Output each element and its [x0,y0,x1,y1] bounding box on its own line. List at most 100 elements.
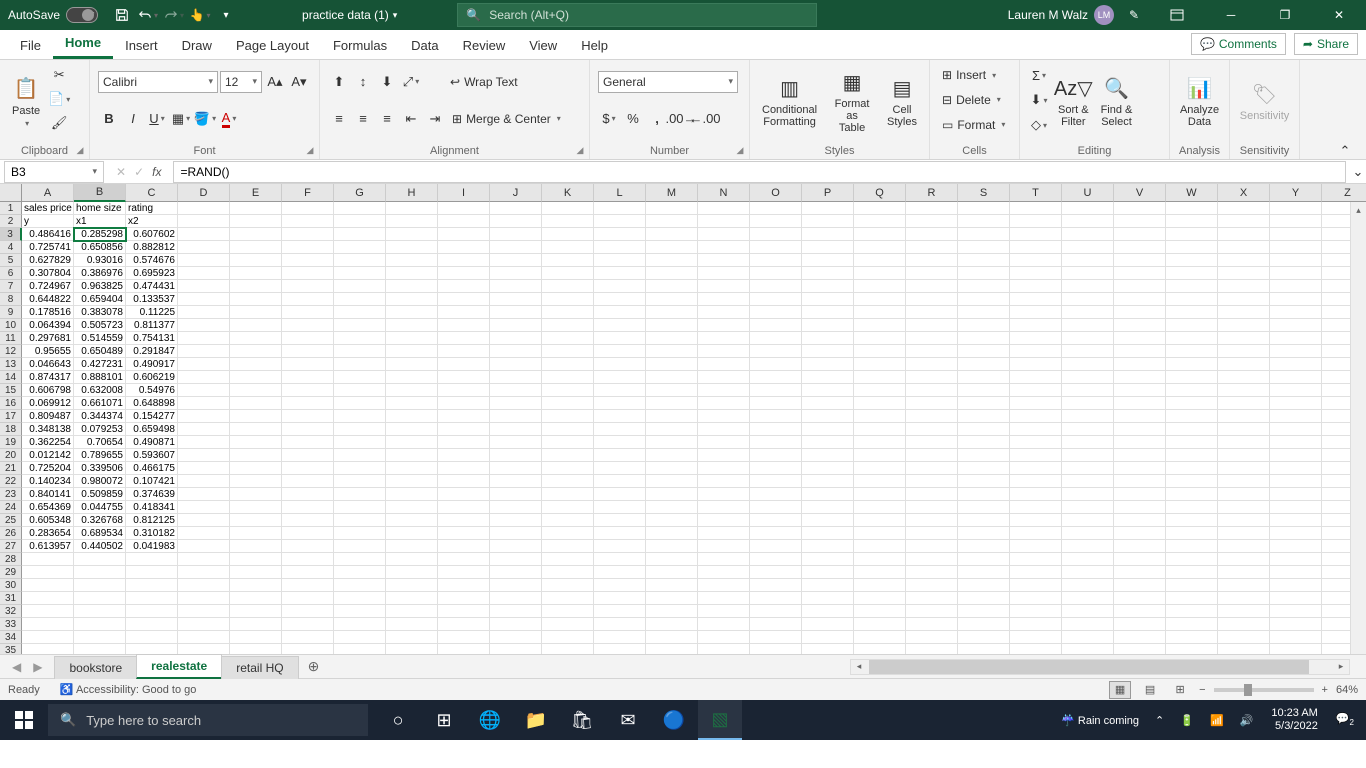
cell-J15[interactable] [490,384,542,397]
fill-button[interactable]: ⬇▾ [1028,89,1050,111]
cell-I32[interactable] [438,605,490,618]
cell-W21[interactable] [1166,462,1218,475]
cell-I31[interactable] [438,592,490,605]
cell-F20[interactable] [282,449,334,462]
collapse-ribbon-button[interactable]: ⌃ [1334,140,1356,162]
decrease-indent-button[interactable]: ⇤ [400,108,422,130]
cell-L7[interactable] [594,280,646,293]
cell-A5[interactable]: 0.627829 [22,254,74,267]
cell-A17[interactable]: 0.809487 [22,410,74,423]
column-header-N[interactable]: N [698,184,750,202]
cell-M9[interactable] [646,306,698,319]
cell-A34[interactable] [22,631,74,644]
cell-O35[interactable] [750,644,802,654]
number-format-combo[interactable]: General▾ [598,71,738,93]
cell-X12[interactable] [1218,345,1270,358]
cell-Q8[interactable] [854,293,906,306]
cell-K7[interactable] [542,280,594,293]
cell-B30[interactable] [74,579,126,592]
cell-W33[interactable] [1166,618,1218,631]
cell-H3[interactable] [386,228,438,241]
cell-Y4[interactable] [1270,241,1322,254]
cell-J30[interactable] [490,579,542,592]
cell-H26[interactable] [386,527,438,540]
save-icon[interactable] [110,3,134,27]
cell-Q1[interactable] [854,202,906,215]
cell-Q30[interactable] [854,579,906,592]
cell-K14[interactable] [542,371,594,384]
cell-B4[interactable]: 0.650856 [74,241,126,254]
cell-K3[interactable] [542,228,594,241]
cell-J3[interactable] [490,228,542,241]
cell-P29[interactable] [802,566,854,579]
cell-B32[interactable] [74,605,126,618]
cell-N33[interactable] [698,618,750,631]
cell-N27[interactable] [698,540,750,553]
cell-B10[interactable]: 0.505723 [74,319,126,332]
cell-Q12[interactable] [854,345,906,358]
cell-U15[interactable] [1062,384,1114,397]
tab-draw[interactable]: Draw [170,32,224,59]
taskbar-search-input[interactable]: 🔍 Type here to search [48,704,368,736]
cell-X21[interactable] [1218,462,1270,475]
cell-U26[interactable] [1062,527,1114,540]
cell-D5[interactable] [178,254,230,267]
row-header-21[interactable]: 21 [0,462,22,475]
align-top-button[interactable]: ⬆ [328,71,350,93]
row-header-26[interactable]: 26 [0,527,22,540]
cell-B8[interactable]: 0.659404 [74,293,126,306]
cell-V26[interactable] [1114,527,1166,540]
cell-V11[interactable] [1114,332,1166,345]
row-header-24[interactable]: 24 [0,501,22,514]
cell-X23[interactable] [1218,488,1270,501]
row-header-1[interactable]: 1 [0,202,22,215]
cell-M22[interactable] [646,475,698,488]
cell-R1[interactable] [906,202,958,215]
cell-W19[interactable] [1166,436,1218,449]
cell-S12[interactable] [958,345,1010,358]
cell-A2[interactable]: y [22,215,74,228]
cell-G9[interactable] [334,306,386,319]
cell-K34[interactable] [542,631,594,644]
cell-I23[interactable] [438,488,490,501]
cell-I19[interactable] [438,436,490,449]
cell-J25[interactable] [490,514,542,527]
column-header-P[interactable]: P [802,184,854,202]
cell-T13[interactable] [1010,358,1062,371]
expand-formula-button[interactable]: ⌄ [1350,161,1366,183]
cell-D7[interactable] [178,280,230,293]
cell-W1[interactable] [1166,202,1218,215]
cell-A1[interactable]: sales price [22,202,74,215]
row-header-7[interactable]: 7 [0,280,22,293]
cell-F31[interactable] [282,592,334,605]
cell-Q14[interactable] [854,371,906,384]
cell-R2[interactable] [906,215,958,228]
cell-W13[interactable] [1166,358,1218,371]
cell-J20[interactable] [490,449,542,462]
cell-R32[interactable] [906,605,958,618]
tab-page-layout[interactable]: Page Layout [224,32,321,59]
font-name-combo[interactable]: Calibri▾ [98,71,218,93]
cell-P32[interactable] [802,605,854,618]
cell-Y5[interactable] [1270,254,1322,267]
cell-I28[interactable] [438,553,490,566]
cell-O16[interactable] [750,397,802,410]
cell-A32[interactable] [22,605,74,618]
cell-C8[interactable]: 0.133537 [126,293,178,306]
cell-R27[interactable] [906,540,958,553]
row-header-34[interactable]: 34 [0,631,22,644]
cell-A23[interactable]: 0.840141 [22,488,74,501]
cell-X35[interactable] [1218,644,1270,654]
share-button[interactable]: ➦ Share [1294,33,1358,55]
cell-U18[interactable] [1062,423,1114,436]
cell-O22[interactable] [750,475,802,488]
cell-F14[interactable] [282,371,334,384]
cell-L2[interactable] [594,215,646,228]
cell-N22[interactable] [698,475,750,488]
cell-V28[interactable] [1114,553,1166,566]
cell-J7[interactable] [490,280,542,293]
cell-F11[interactable] [282,332,334,345]
cell-P33[interactable] [802,618,854,631]
cell-H20[interactable] [386,449,438,462]
italic-button[interactable]: I [122,108,144,130]
